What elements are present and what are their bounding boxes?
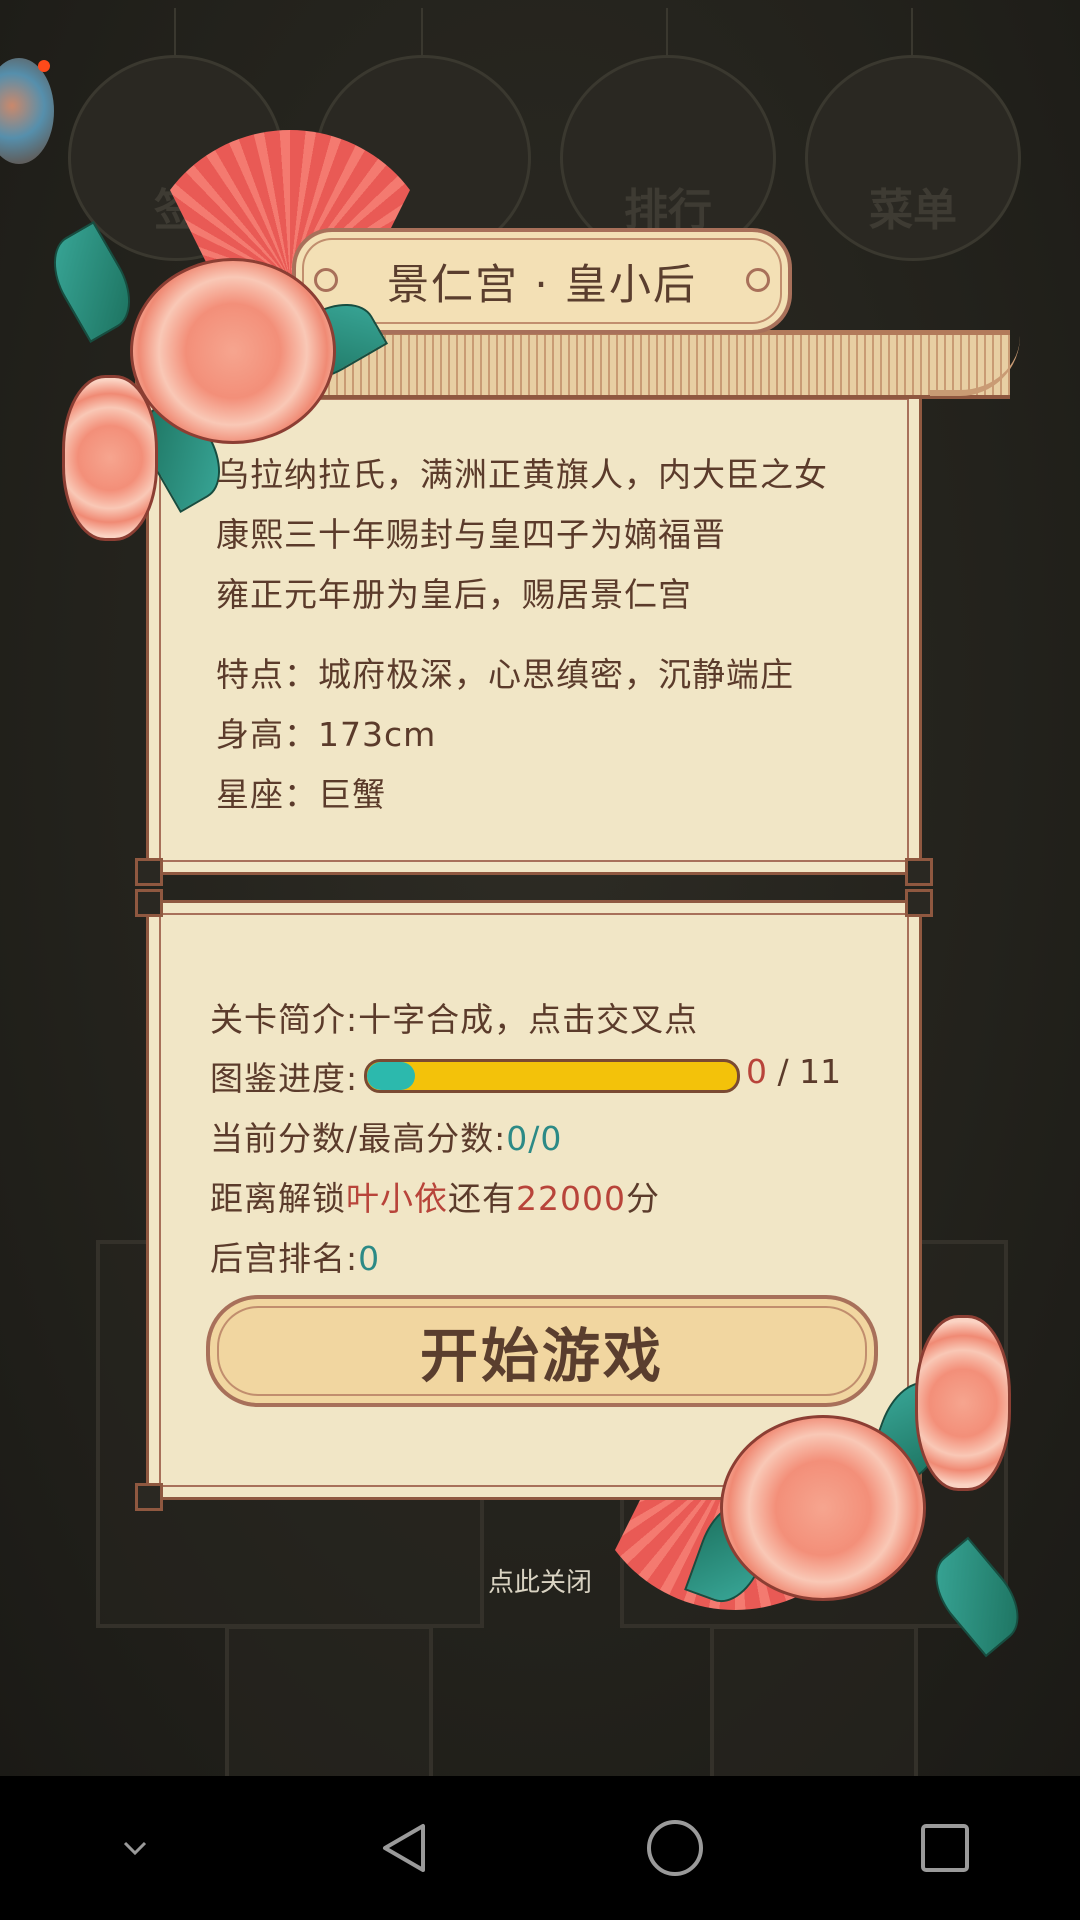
rank-line: 后宫排名:0 [210, 1239, 381, 1278]
unlock-name: 叶小依 [346, 1179, 448, 1218]
peony-flower-icon [130, 258, 336, 444]
lantern-menu: 菜单 [805, 8, 1021, 261]
unlock-points: 22000 [516, 1179, 626, 1218]
recents-icon[interactable] [905, 1808, 985, 1888]
score-line: 当前分数/最高分数:0/0 [210, 1119, 563, 1158]
level-intro: 关卡简介:十字合成，点击交叉点 [210, 1000, 699, 1039]
rank-value: 0 [358, 1239, 381, 1278]
home-icon[interactable] [635, 1808, 715, 1888]
unlock-line: 距离解锁叶小依还有22000分 [210, 1179, 660, 1218]
collection-progress-bar [364, 1059, 740, 1093]
bio-line-3: 雍正元年册为皇后，赐居景仁宫 [216, 575, 692, 614]
bio-line-1: 乌拉纳拉氏，满洲正黄旗人，内大臣之女 [216, 455, 828, 494]
progress-count: 0 / 11 [746, 1052, 842, 1091]
background-stairs-right [710, 1625, 918, 1783]
close-link[interactable]: 点此关闭 [0, 1562, 1080, 1599]
back-icon[interactable] [365, 1808, 445, 1888]
bio-trait: 特点：城府极深，心思缜密，沉静端庄 [216, 655, 794, 694]
progress-label: 图鉴进度: [210, 1059, 359, 1098]
chevron-down-icon[interactable] [95, 1808, 175, 1888]
start-game-label: 开始游戏 [419, 1322, 664, 1390]
progress-fill [367, 1062, 416, 1090]
bio-zodiac: 星座：巨蟹 [216, 775, 386, 814]
score-value: 0/0 [506, 1119, 563, 1158]
bio-line-2: 康熙三十年赐封与皇四子为嫡福晋 [216, 515, 726, 554]
bio-height: 身高：173cm [216, 715, 437, 754]
start-game-button[interactable]: 开始游戏 [206, 1295, 878, 1407]
background-stairs-left [225, 1625, 433, 1783]
flower-bud-icon [915, 1315, 1011, 1491]
notification-dot [38, 60, 50, 72]
navigation-bar [0, 1776, 1080, 1920]
page-title: 景仁宫 · 皇小后 [386, 259, 698, 309]
flower-bud-icon [62, 375, 158, 541]
